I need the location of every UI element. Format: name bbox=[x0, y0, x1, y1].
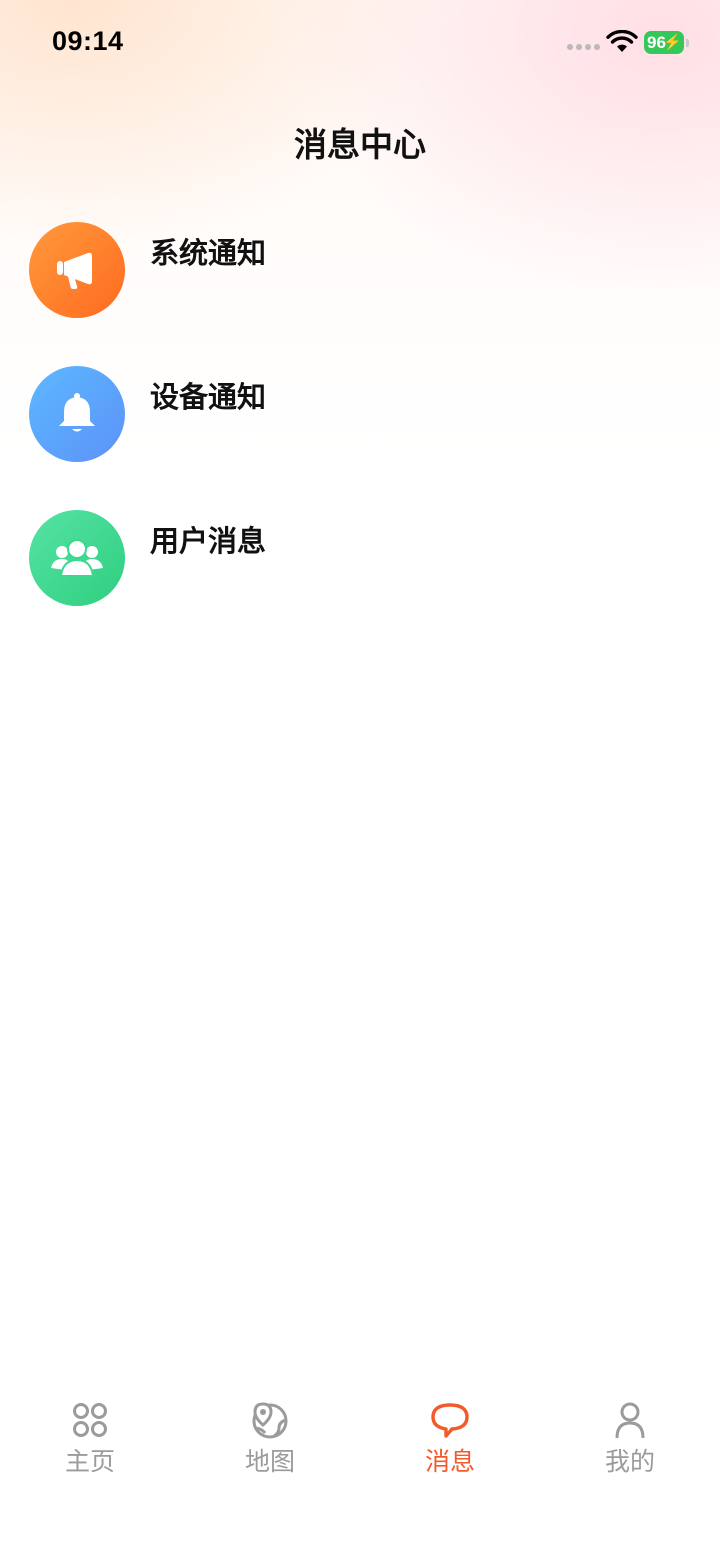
tab-home[interactable]: 主页 bbox=[0, 1390, 180, 1490]
charging-bolt-icon: ⚡ bbox=[663, 34, 682, 51]
list-item-title: 设备通知 bbox=[150, 380, 267, 414]
megaphone-icon bbox=[29, 222, 125, 318]
tab-profile[interactable]: 我的 bbox=[540, 1390, 720, 1490]
apps-grid-icon bbox=[73, 1403, 107, 1437]
bottom-tab-bar: 主页 地图 消息 我的 bbox=[0, 1390, 720, 1490]
users-icon bbox=[29, 510, 125, 606]
list-item-device-notification[interactable]: 设备通知 bbox=[0, 366, 720, 510]
tab-label: 我的 bbox=[604, 1447, 655, 1476]
map-icon bbox=[252, 1402, 288, 1439]
tab-messages[interactable]: 消息 bbox=[360, 1390, 540, 1490]
status-bar: 09:14 96 ⚡ bbox=[0, 0, 720, 88]
bell-icon bbox=[29, 366, 125, 462]
page-title: 消息中心 bbox=[294, 125, 426, 164]
cellular-signal-icon bbox=[567, 44, 600, 50]
tab-map[interactable]: 地图 bbox=[180, 1390, 360, 1490]
list-item-user-messages[interactable]: 用户消息 bbox=[0, 510, 720, 654]
user-icon bbox=[615, 1402, 645, 1439]
battery-indicator: 96 ⚡ bbox=[644, 31, 689, 55]
chat-bubble-icon bbox=[431, 1403, 469, 1438]
wifi-icon bbox=[606, 30, 638, 52]
tab-label: 消息 bbox=[424, 1447, 475, 1476]
list-item-title: 系统通知 bbox=[150, 236, 267, 270]
list-item-title: 用户消息 bbox=[150, 524, 267, 558]
list-item-system-notification[interactable]: 系统通知 bbox=[0, 222, 720, 366]
status-time: 09:14 bbox=[52, 26, 124, 56]
message-category-list: 系统通知 设备通知 用户消息 bbox=[0, 222, 720, 654]
tab-label: 地图 bbox=[244, 1447, 295, 1476]
tab-label: 主页 bbox=[64, 1447, 115, 1476]
